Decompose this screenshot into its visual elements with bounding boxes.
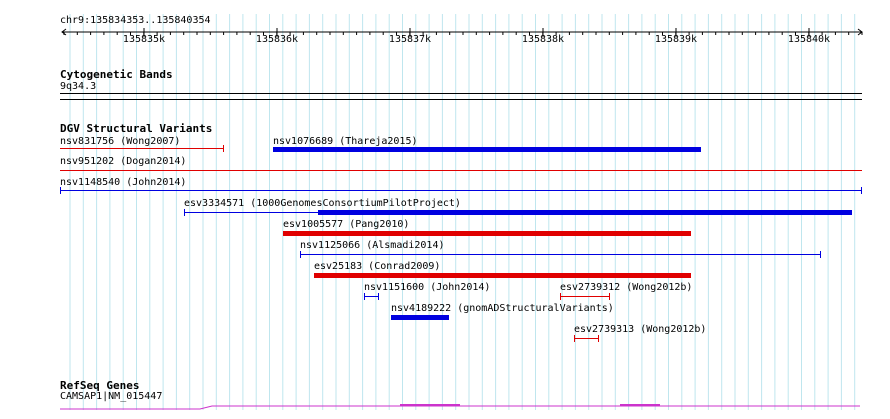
feature-esv3334571[interactable] <box>318 210 852 215</box>
feature-end-tick <box>378 293 379 300</box>
feature-start-tick <box>60 187 61 194</box>
feature-end-tick <box>820 251 821 258</box>
feature-label[interactable]: nsv4189222 (gnomADStructuralVariants) <box>391 303 614 315</box>
ruler-tick-label: 135836k <box>255 34 299 45</box>
feature-label[interactable]: nsv1151600 (John2014) <box>364 282 490 294</box>
ruler-tick-label: 135837k <box>388 34 432 45</box>
feature-start-tick <box>364 293 365 300</box>
feature-label[interactable]: nsv831756 (Wong2007) <box>60 136 180 148</box>
feature-label[interactable]: esv2739313 (Wong2012b) <box>574 324 706 336</box>
feature-nsv831756[interactable] <box>60 148 224 149</box>
feature-start-tick <box>560 293 561 300</box>
cytoband-track-title: Cytogenetic Bands <box>60 68 173 81</box>
feature-esv2739313[interactable] <box>574 338 599 339</box>
feature-nsv1125066[interactable] <box>300 254 821 255</box>
feature-nsv1148540[interactable] <box>61 190 861 191</box>
feature-end-tick <box>223 145 224 152</box>
feature-start-tick <box>574 335 575 342</box>
feature-label[interactable]: nsv1125066 (Alsmadi2014) <box>300 240 445 252</box>
feature-end-tick <box>598 335 599 342</box>
feature-esv3334571-line[interactable] <box>184 212 318 213</box>
feature-nsv4189222[interactable] <box>391 315 449 320</box>
dgv-track-title: DGV Structural Variants <box>60 122 213 135</box>
cytoband-label[interactable]: 9q34.3 <box>60 81 96 93</box>
feature-start-tick <box>300 251 301 258</box>
feature-nsv1076689[interactable] <box>273 147 701 152</box>
feature-label[interactable]: esv3334571 (1000GenomesConsortiumPilotPr… <box>184 198 461 210</box>
cytoband-bar-bottom <box>60 99 862 100</box>
feature-label[interactable]: esv25183 (Conrad2009) <box>314 261 440 273</box>
feature-label[interactable]: nsv1148540 (John2014) <box>60 177 186 189</box>
ruler-tick-label: 135839k <box>654 34 698 45</box>
feature-start-tick <box>184 209 185 216</box>
feature-end-tick <box>861 187 862 194</box>
feature-esv1005577[interactable] <box>283 231 691 236</box>
feature-label[interactable]: esv2739312 (Wong2012b) <box>560 282 692 294</box>
feature-label[interactable]: nsv951202 (Dogan2014) <box>60 156 186 168</box>
ruler-tick-label: 135835k <box>122 34 166 45</box>
cytoband-bar-top <box>60 93 862 94</box>
feature-nsv951202[interactable] <box>60 170 862 171</box>
feature-esv25183[interactable] <box>314 273 691 278</box>
feature-nsv1151600[interactable] <box>364 296 379 297</box>
feature-esv2739312[interactable] <box>560 296 610 297</box>
feature-label[interactable]: esv1005577 (Pang2010) <box>283 219 409 231</box>
ruler-tick-label: 135838k <box>521 34 565 45</box>
ruler-tick-label: 135840k <box>787 34 831 45</box>
gene-model-camsap1[interactable] <box>0 400 890 419</box>
feature-end-tick <box>609 293 610 300</box>
